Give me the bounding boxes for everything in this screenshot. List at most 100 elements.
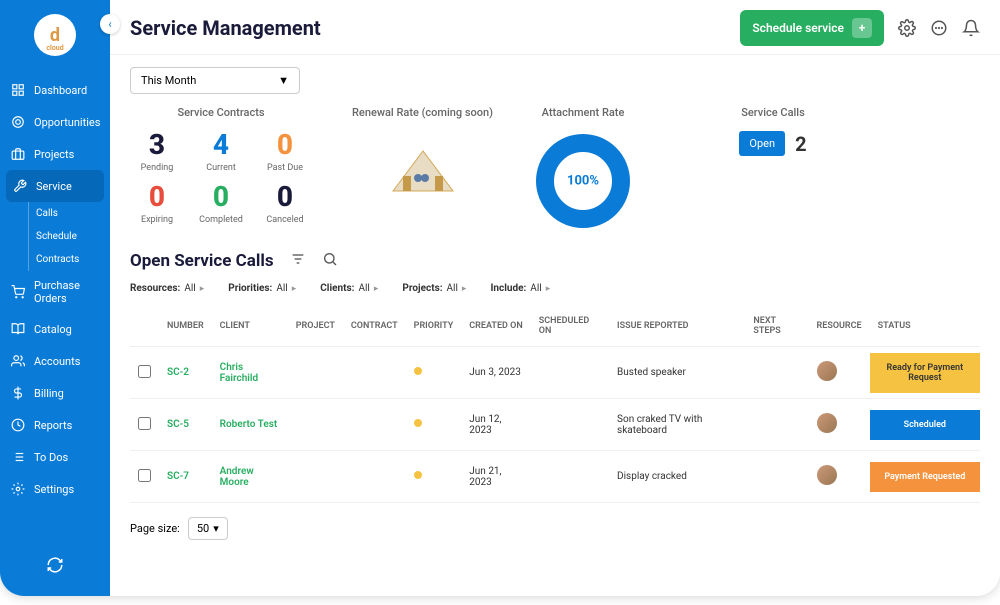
column-header[interactable]: CONTRACT xyxy=(343,306,406,347)
column-header[interactable] xyxy=(130,306,159,347)
project-cell xyxy=(288,451,343,503)
contract-cell xyxy=(343,347,406,399)
sidebar-item-accounts[interactable]: Accounts xyxy=(0,345,110,377)
table-row: SC-7 Andrew Moore Jun 21, 2023 Display c… xyxy=(130,451,980,503)
page-size-value: 50 xyxy=(197,522,209,535)
contract-tile-pending[interactable]: 3 Pending xyxy=(130,131,184,173)
avatar xyxy=(817,413,837,433)
sidebar-item-label: Billing xyxy=(34,387,64,400)
service-call-number[interactable]: SC-2 xyxy=(159,347,212,399)
sidebar-item-dashboard[interactable]: Dashboard xyxy=(0,74,110,106)
status-badge: Ready for Payment Request xyxy=(870,353,980,393)
sidebar: d ‹ DashboardOpportunitiesProjectsServic… xyxy=(0,0,110,596)
chevron-right-icon: ▸ xyxy=(546,284,551,294)
filter-clients[interactable]: Clients: All ▸ xyxy=(320,283,378,294)
bell-icon[interactable] xyxy=(962,19,980,37)
grid-icon xyxy=(10,82,26,98)
chevron-right-icon: ▸ xyxy=(374,284,379,294)
filter-projects[interactable]: Projects: All ▸ xyxy=(402,283,466,294)
scheduled-on-cell xyxy=(531,347,609,399)
sidebar-item-projects[interactable]: Projects xyxy=(0,138,110,170)
contract-tile-current[interactable]: 4Current xyxy=(194,131,248,173)
open-calls-pill[interactable]: Open xyxy=(739,131,785,156)
resource-cell xyxy=(809,451,870,503)
row-checkbox[interactable] xyxy=(138,417,151,430)
column-header[interactable]: NUMBER xyxy=(159,306,212,347)
tile-value: 0 xyxy=(258,183,312,211)
column-header[interactable]: NEXT STEPS xyxy=(745,306,808,347)
clock-icon xyxy=(10,417,26,433)
chat-icon[interactable] xyxy=(930,19,948,37)
project-cell xyxy=(288,399,343,451)
sidebar-item-opportunities[interactable]: Opportunities xyxy=(0,106,110,138)
search-icon[interactable] xyxy=(322,251,338,271)
column-header[interactable]: ISSUE REPORTED xyxy=(609,306,745,347)
client-link[interactable]: Roberto Test xyxy=(212,399,288,451)
sidebar-subitem-contracts[interactable]: Contracts xyxy=(26,248,110,271)
sidebar-item-service[interactable]: Service xyxy=(6,170,104,202)
contract-tile-expiring[interactable]: 0Expiring xyxy=(130,183,184,225)
users-icon xyxy=(10,353,26,369)
tile-label: Pending xyxy=(130,163,184,173)
table-row: SC-2 Chris Fairchild Jun 3, 2023 Busted … xyxy=(130,347,980,399)
contract-tile-past-due[interactable]: 0Past Due xyxy=(258,131,312,173)
sidebar-item-to-dos[interactable]: To Dos xyxy=(0,441,110,473)
column-header[interactable]: STATUS xyxy=(870,306,980,347)
page-title: Service Management xyxy=(130,16,321,40)
filter-icon[interactable] xyxy=(290,251,306,271)
tile-value: 0 xyxy=(130,183,184,211)
created-on-cell: Jun 21, 2023 xyxy=(461,451,531,503)
list-icon xyxy=(10,449,26,465)
sidebar-item-purchase-orders[interactable]: Purchase Orders xyxy=(0,271,110,313)
sidebar-subitem-calls[interactable]: Calls xyxy=(26,202,110,225)
gear-icon[interactable] xyxy=(898,19,916,37)
page-size-select[interactable]: 50 ▾ xyxy=(188,517,228,540)
contract-tile-completed[interactable]: 0Completed xyxy=(194,183,248,225)
sidebar-item-label: Calls xyxy=(36,208,58,219)
column-header[interactable]: PRIORITY xyxy=(406,306,462,347)
period-select[interactable]: This Month ▼ xyxy=(130,67,300,94)
tile-label: Canceled xyxy=(258,215,312,225)
attachment-value: 100% xyxy=(567,174,599,189)
client-link[interactable]: Andrew Moore xyxy=(212,451,288,503)
column-header[interactable]: PROJECT xyxy=(288,306,343,347)
column-header[interactable]: RESOURCE xyxy=(809,306,870,347)
gear-icon xyxy=(10,481,26,497)
sidebar-subitem-schedule[interactable]: Schedule xyxy=(26,225,110,248)
sidebar-item-label: Schedule xyxy=(36,231,77,242)
client-link[interactable]: Chris Fairchild xyxy=(212,347,288,399)
next-steps-cell xyxy=(745,399,808,451)
avatar xyxy=(817,361,837,381)
tile-value: 3 xyxy=(130,131,184,159)
filter-resources[interactable]: Resources: All ▸ xyxy=(130,283,204,294)
column-header[interactable]: CLIENT xyxy=(212,306,288,347)
resource-cell xyxy=(809,399,870,451)
sidebar-item-reports[interactable]: Reports xyxy=(0,409,110,441)
filter-priorities[interactable]: Priorities: All ▸ xyxy=(228,283,296,294)
row-checkbox[interactable] xyxy=(138,365,151,378)
service-calls-table: NUMBERCLIENTPROJECTCONTRACTPRIORITYCREAT… xyxy=(130,306,980,503)
status-badge: Payment Requested xyxy=(870,462,980,492)
column-header[interactable]: SCHEDULED ON xyxy=(531,306,609,347)
open-service-calls-title: Open Service Calls xyxy=(130,251,274,271)
row-checkbox[interactable] xyxy=(138,469,151,482)
contract-tile-canceled[interactable]: 0 Canceled xyxy=(258,183,312,225)
service-call-number[interactable]: SC-7 xyxy=(159,451,212,503)
schedule-service-button[interactable]: Schedule service + xyxy=(740,10,884,46)
collapse-sidebar-button[interactable]: ‹ xyxy=(100,14,120,34)
tile-label: Completed xyxy=(194,215,248,225)
sidebar-item-billing[interactable]: Billing xyxy=(0,377,110,409)
calls-title: Service Calls xyxy=(741,106,805,119)
service-call-number[interactable]: SC-5 xyxy=(159,399,212,451)
sidebar-item-catalog[interactable]: Catalog xyxy=(0,313,110,345)
sync-icon[interactable] xyxy=(0,546,110,588)
filter-include[interactable]: Include: All ▸ xyxy=(490,283,550,294)
priority-dot-icon xyxy=(414,471,422,479)
cart-icon xyxy=(10,284,26,300)
contracts-title: Service Contracts xyxy=(177,106,264,119)
renewal-rate-metric: Renewal Rate (coming soon) xyxy=(352,106,493,231)
sidebar-item-label: Reports xyxy=(34,419,72,432)
issue-cell: Display cracked xyxy=(609,451,745,503)
column-header[interactable]: CREATED ON xyxy=(461,306,531,347)
sidebar-item-settings[interactable]: Settings xyxy=(0,473,110,505)
